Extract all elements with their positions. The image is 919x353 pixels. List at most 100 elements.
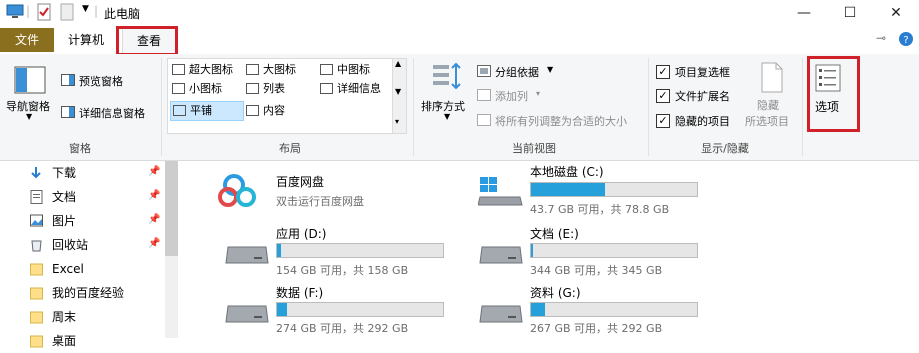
preview-pane-icon [61, 74, 75, 86]
layout-extra-large-icons[interactable]: 超大图标 [172, 61, 233, 79]
maximize-button[interactable]: ☐ [827, 0, 873, 26]
medium-icons-icon [320, 64, 333, 75]
item-checkboxes-checkbox[interactable]: ✓ [656, 65, 670, 79]
sort-dropdown-icon[interactable]: ▼ [444, 112, 450, 121]
pin-ribbon-icon[interactable]: ⊸ [876, 31, 886, 45]
minimize-button[interactable]: — [781, 0, 827, 26]
drive-usage-bar [530, 302, 698, 317]
hidden-items-checkbox[interactable]: ✓ [656, 114, 670, 128]
file-extensions-label: 文件扩展名 [675, 90, 730, 103]
drive-space-info: 274 GB 可用，共 292 GB [276, 322, 409, 335]
hide-selected-label[interactable]: 隐藏 [757, 97, 779, 113]
item-checkboxes-label: 项目复选框 [675, 66, 730, 79]
pin-icon: 📌 [148, 214, 161, 225]
group-divider [161, 58, 162, 156]
nav-item-excel[interactable]: Excel [30, 257, 84, 281]
tab-computer[interactable]: 计算机 [60, 28, 112, 52]
group-by-dropdown-icon[interactable]: ▼ [547, 65, 553, 74]
download-icon [31, 167, 41, 179]
file-extensions-checkbox[interactable]: ✓ [656, 89, 670, 103]
nav-item-baidu-experience[interactable]: 我的百度经验 [30, 281, 124, 305]
hard-drive-icon [479, 305, 523, 323]
layout-gallery-scrollbar[interactable]: ▲ ▼ ▾ [392, 58, 407, 134]
ribbon-view: 导航窗格 ▼ 预览窗格 详细信息窗格 窗格 超大图标 大图标 中图标 小图标 列… [0, 54, 919, 161]
navigation-pane-icon[interactable] [14, 66, 46, 96]
scroll-down-icon[interactable]: ▼ [395, 87, 401, 96]
group-by-button[interactable]: 分组依据 [495, 64, 539, 80]
layout-tiles-selected[interactable]: 平铺 [170, 101, 244, 121]
drive-tile-e[interactable]: 文档 (E:) 344 GB 可用，共 345 GB [478, 223, 708, 277]
group-label-pane: 窗格 [69, 142, 91, 155]
drive-tile-d[interactable]: 应用 (D:) 154 GB 可用，共 158 GB [218, 223, 448, 277]
layout-gallery: 超大图标 大图标 中图标 小图标 列表 详细信息 平铺 内容 [167, 58, 393, 134]
layout-details[interactable]: 详细信息 [320, 80, 381, 98]
drive-usage-bar [276, 243, 444, 258]
nav-item-pictures[interactable]: 图片 [30, 209, 76, 233]
layout-medium-icons[interactable]: 中图标 [320, 61, 370, 79]
drive-usage-bar [276, 302, 444, 317]
drive-space-info: 43.7 GB 可用，共 78.8 GB [530, 203, 670, 216]
layout-small-icons[interactable]: 小图标 [172, 80, 222, 98]
windows-drive-icon [478, 177, 523, 206]
nav-item-recycle-bin[interactable]: 回收站 [30, 233, 88, 257]
tab-file[interactable]: 文件 [0, 28, 54, 52]
drive-tile-g[interactable]: 资料 (G:) 267 GB 可用，共 292 GB [478, 282, 708, 336]
close-button[interactable]: ✕ [873, 0, 919, 26]
layout-list[interactable]: 列表 [246, 80, 285, 98]
sort-by-icon[interactable] [431, 62, 463, 92]
details-pane-icon [61, 106, 75, 118]
layout-large-icons[interactable]: 大图标 [246, 61, 296, 79]
new-folder-icon[interactable] [60, 3, 74, 21]
pin-icon: 📌 [148, 238, 161, 249]
layout-content[interactable]: 内容 [246, 102, 285, 120]
size-all-columns-button[interactable]: 将所有列调整为合适的大小 [495, 113, 627, 129]
recycle-bin-icon [31, 240, 42, 252]
group-divider [413, 58, 414, 156]
group-label-layout: 布局 [279, 142, 301, 155]
add-columns-button[interactable]: 添加列 [495, 88, 528, 104]
drive-name: 百度网盘 [276, 175, 325, 189]
nav-pane-scroll-thumb[interactable] [165, 161, 178, 256]
help-icon[interactable]: ? [898, 31, 914, 47]
group-divider [648, 58, 649, 156]
folder-icon [30, 335, 43, 348]
picture-icon [30, 214, 43, 227]
small-icons-icon [172, 83, 185, 94]
nav-item-desktop[interactable]: 桌面 [30, 329, 76, 353]
ribbon-tabs: 文件 计算机 查看 ⊸ ? [0, 26, 919, 56]
sort-by-button[interactable]: 排序方式 [421, 98, 465, 114]
nav-item-downloads[interactable]: 下载 [30, 161, 76, 185]
preview-pane-button[interactable]: 预览窗格 [79, 73, 123, 89]
pin-icon: 📌 [148, 166, 161, 177]
nav-item-weekend[interactable]: 周末 [30, 305, 76, 329]
details-pane-button[interactable]: 详细信息窗格 [79, 105, 145, 121]
navigation-pane-dropdown-icon[interactable]: ▼ [26, 112, 32, 121]
quick-access-dropdown-icon[interactable]: ▼ [82, 4, 89, 14]
drive-usage-fill [277, 244, 282, 257]
drive-space-info: 154 GB 可用，共 158 GB [276, 264, 409, 277]
drive-tile-c[interactable]: 本地磁盘 (C:) 43.7 GB 可用，共 78.8 GB [478, 163, 708, 217]
drive-space-info: 267 GB 可用，共 292 GB [530, 322, 663, 335]
folder-icon [30, 287, 43, 300]
hard-drive-icon [225, 246, 269, 264]
drive-space-info: 344 GB 可用，共 345 GB [530, 264, 663, 277]
hide-selected-items-icon[interactable] [760, 62, 784, 94]
computer-icon [6, 4, 24, 18]
add-columns-dropdown-icon[interactable]: ▾ [536, 89, 540, 98]
navigation-pane: 下载 📌 文档 📌 图片 📌 回收站 📌 Excel 我的百度经验 周末 桌面 [0, 161, 178, 348]
drive-tile-f[interactable]: 数据 (F:) 274 GB 可用，共 292 GB [218, 282, 448, 336]
properties-icon[interactable] [36, 3, 52, 21]
group-by-icon [477, 65, 491, 77]
pin-icon: 📌 [148, 190, 161, 201]
nav-item-documents[interactable]: 文档 [30, 185, 76, 209]
gallery-expand-icon[interactable]: ▾ [395, 117, 399, 126]
drive-tile-baidu[interactable]: 百度网盘 双击运行百度网盘 [218, 167, 428, 217]
scroll-up-icon[interactable]: ▲ [395, 59, 401, 68]
drive-name: 应用 (D:) [276, 227, 327, 241]
size-columns-icon [477, 114, 491, 126]
content-icon [246, 105, 259, 116]
highlight-box-options [807, 56, 860, 132]
large-icons-icon [246, 64, 259, 75]
drive-name: 本地磁盘 (C:) [530, 165, 604, 179]
hard-drive-icon [479, 246, 523, 264]
